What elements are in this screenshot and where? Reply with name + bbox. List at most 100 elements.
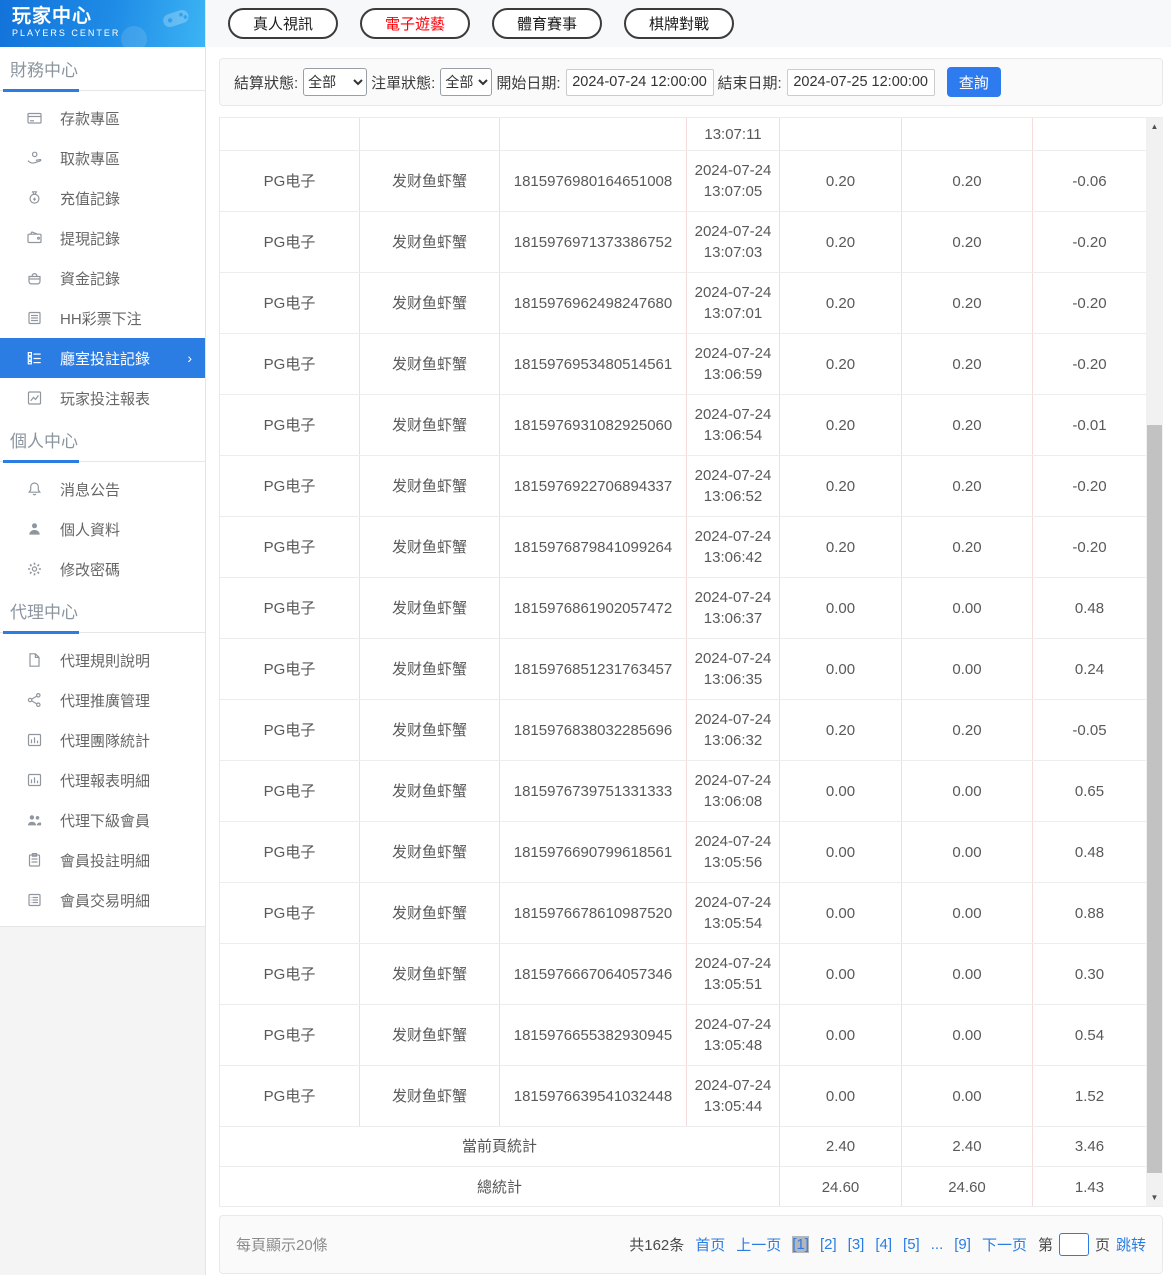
sidebar-item-player-bet-report[interactable]: 玩家投注報表 — [0, 378, 205, 418]
bet-time: 13:06:54 — [703, 427, 763, 444]
section-underline — [0, 89, 205, 92]
table-row: PG电子 发财鱼虾蟹 1815976690799618561 2024-07-24 13… — [220, 822, 1146, 883]
valid-bet-cell: 0.20 — [902, 151, 1033, 211]
doc-icon — [25, 310, 43, 326]
scrollbar-down-arrow-icon[interactable]: ▼ — [1146, 1189, 1163, 1206]
sidebar-item-withdrawal-records[interactable]: 提現記錄 — [0, 218, 205, 258]
next-page-link[interactable]: 下一页 — [982, 1234, 1027, 1255]
platform-cell: PG电子 — [220, 1005, 360, 1065]
sidebar-item-deposit-zone[interactable]: 存款專區 — [0, 98, 205, 138]
sidebar-item-member-trade-detail[interactable]: 會員交易明細 — [0, 880, 205, 920]
profit-cell: -0.20 — [1072, 355, 1107, 373]
section-header: 個人中心 — [10, 432, 78, 451]
sidebar-item-agent-team-stats[interactable]: 代理團隊統計 — [0, 720, 205, 760]
page-link[interactable]: ... — [931, 1236, 944, 1253]
share-icon — [25, 692, 43, 708]
tab-board-games[interactable]: 棋牌對戰 — [624, 8, 735, 39]
bet-amount-cell: 0.00 — [780, 1005, 902, 1065]
bet-amount-cell: 0.20 — [780, 212, 902, 272]
list-icon — [25, 350, 43, 366]
sidebar-item-agent-promotion[interactable]: 代理推廣管理 — [0, 680, 205, 720]
page-link[interactable]: [5] — [903, 1236, 920, 1253]
search-button[interactable]: 查詢 — [946, 67, 1001, 97]
summary-valid-cell: 2.40 — [902, 1127, 1033, 1166]
bet-amount-cell: 0.00 — [780, 883, 902, 943]
valid-bet-cell: 0.00 — [902, 883, 1033, 943]
game-name-cell: 发财鱼虾蟹 — [360, 578, 500, 638]
section-header: 財務中心 — [10, 61, 78, 80]
sidebar-item-hall-bet-records[interactable]: 廳室投註記錄 › — [0, 338, 205, 378]
table-row: PG电子 发财鱼虾蟹 1815976739751331333 2024-07-24 13… — [220, 761, 1146, 822]
tab-sports[interactable]: 體育賽事 — [492, 8, 603, 39]
jump-page-input[interactable] — [1058, 1233, 1089, 1256]
stats-icon — [25, 772, 43, 788]
game-name-cell: 发财鱼虾蟹 — [360, 639, 500, 699]
bet-time: 13:05:44 — [703, 1098, 763, 1115]
end-date-input[interactable] — [786, 68, 935, 96]
prev-page-link[interactable]: 上一页 — [736, 1234, 781, 1255]
platform-cell: PG电子 — [220, 212, 360, 272]
stats-icon — [25, 732, 43, 748]
sidebar-item-agent-rules[interactable]: 代理規則說明 — [0, 640, 205, 680]
wallet-icon — [25, 230, 43, 246]
bet-time: 13:07:05 — [703, 183, 763, 200]
end-date-label: 結束日期: — [717, 74, 782, 92]
platform-cell: PG电子 — [220, 456, 360, 516]
tab-live-video[interactable]: 真人視訊 — [228, 8, 339, 39]
sidebar-item-recharge-records[interactable]: 充值記錄 — [0, 178, 205, 218]
scrollbar-thumb[interactable] — [1147, 425, 1162, 1173]
profit-cell: -0.01 — [1072, 416, 1107, 434]
table-row: PG电子 发财鱼虾蟹 1815976667064057346 2024-07-24 13… — [220, 944, 1146, 1005]
bet-id-cell: 1815976667064057346 — [500, 944, 687, 1004]
page-link[interactable]: [2] — [820, 1236, 837, 1253]
platform-cell: PG电子 — [220, 334, 360, 394]
sidebar-item-hh-lottery-bets[interactable]: HH彩票下注 — [0, 298, 205, 338]
sidebar-item-profile[interactable]: 個人資料 — [0, 509, 205, 549]
sidebar-item-announcements[interactable]: 消息公告 — [0, 469, 205, 509]
sidebar-item-withdraw-zone[interactable]: 取款專區 — [0, 138, 205, 178]
valid-bet-cell: 0.00 — [902, 761, 1033, 821]
sidebar-item-agent-sub-members[interactable]: 代理下級會員 — [0, 800, 205, 840]
bet-amount-cell: 0.20 — [780, 700, 902, 760]
bet-id-cell: 1815976953480514561 — [500, 334, 687, 394]
bet-id-cell: 1815976962498247680 — [500, 273, 687, 333]
order-status-select[interactable]: 全部 — [440, 68, 493, 96]
table-cell — [500, 118, 687, 150]
table-scrollbar[interactable]: ▲ ▼ — [1146, 118, 1163, 1206]
sidebar-item-funds-records[interactable]: 資金記錄 — [0, 258, 205, 298]
valid-bet-cell: 0.20 — [902, 334, 1033, 394]
first-page-link[interactable]: 首页 — [695, 1234, 725, 1255]
bet-date: 2024-07-24 — [694, 833, 772, 850]
sidebar-item-label: 代理下級會員 — [60, 812, 151, 830]
bet-date: 2024-07-24 — [694, 345, 772, 362]
bet-date: 2024-07-24 — [694, 223, 772, 240]
page-link[interactable]: [9] — [954, 1236, 971, 1253]
bet-amount-cell: 0.00 — [780, 944, 902, 1004]
page-link[interactable]: [3] — [848, 1236, 865, 1253]
jump-button[interactable]: 跳转 — [1116, 1234, 1146, 1255]
game-name-cell: 发财鱼虾蟹 — [360, 1005, 500, 1065]
sidebar-item-agent-report-detail[interactable]: 代理報表明細 — [0, 760, 205, 800]
valid-bet-cell: 0.00 — [902, 1066, 1033, 1126]
bet-amount-cell: 0.20 — [780, 334, 902, 394]
tab-e-games[interactable]: 電子遊藝 — [360, 8, 471, 39]
sidebar-item-label: 會員交易明細 — [60, 892, 151, 910]
game-name-cell: 发财鱼虾蟹 — [360, 456, 500, 516]
bet-id-cell: 1815976739751331333 — [500, 761, 687, 821]
profit-cell: 0.65 — [1074, 782, 1105, 800]
settle-status-select[interactable]: 全部 — [303, 68, 368, 96]
profit-cell: 0.24 — [1074, 660, 1105, 678]
bet-date: 2024-07-24 — [694, 528, 772, 545]
sidebar-item-change-password[interactable]: 修改密碼 — [0, 549, 205, 589]
bet-time-cell: 2024-07-24 13:06:52 — [687, 456, 780, 516]
scrollbar-up-arrow-icon[interactable]: ▲ — [1146, 118, 1163, 135]
start-date-input[interactable] — [565, 68, 714, 96]
sidebar-item-member-bet-detail[interactable]: 會員投註明細 — [0, 840, 205, 880]
valid-bet-cell: 0.00 — [902, 822, 1033, 882]
current-page-indicator[interactable]: [1] — [792, 1236, 809, 1253]
profit-cell: -0.20 — [1072, 294, 1107, 312]
page-link[interactable]: [4] — [875, 1236, 892, 1253]
sidebar-item-label: 修改密碼 — [60, 561, 121, 579]
bet-time: 13:06:32 — [703, 732, 763, 749]
summary-bet-cell: 2.40 — [780, 1127, 902, 1166]
